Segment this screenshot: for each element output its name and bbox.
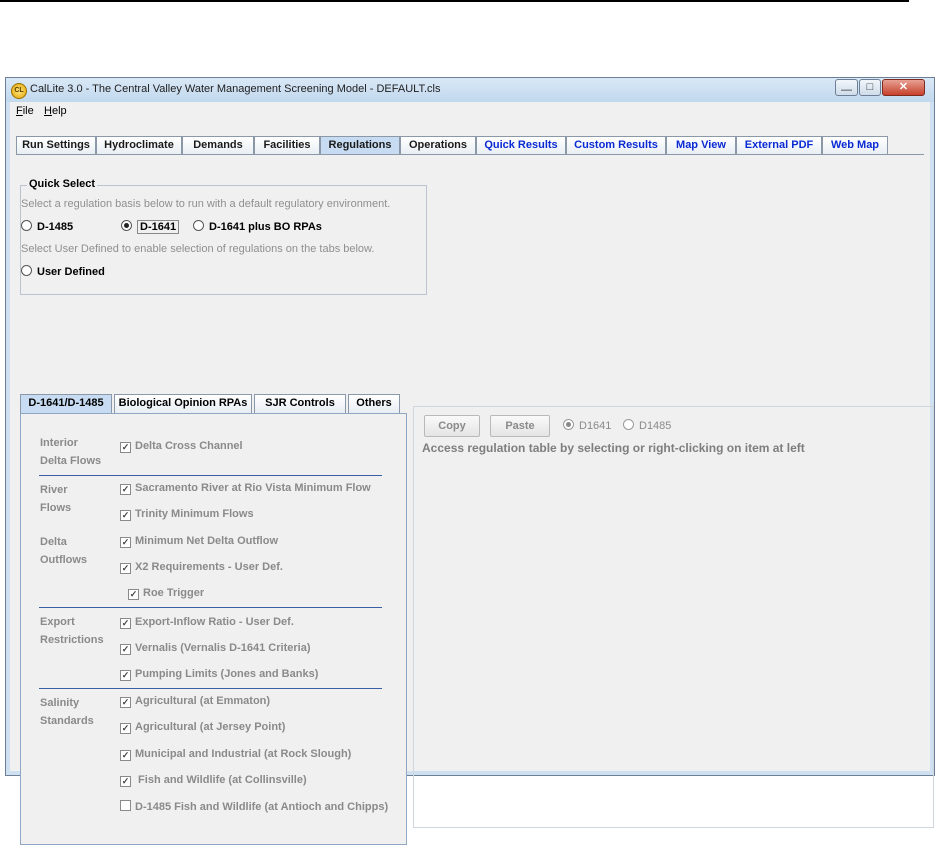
checkbox-delta-cross-channel[interactable]: ✓ Delta Cross Channel [120, 440, 243, 453]
title-bar[interactable]: CL CalLite 3.0 - The Central Valley Wate… [6, 78, 934, 102]
separator [39, 475, 382, 476]
category-interior-delta-flows: Interior Delta Flows [40, 437, 102, 467]
tab-regulations[interactable]: Regulations [320, 136, 400, 155]
maximize-button[interactable]: □ [859, 79, 881, 96]
checkbox-trinity-minimum-flows[interactable]: ✓ Trinity Minimum Flows [120, 508, 254, 521]
tab-web-map[interactable]: Web Map [822, 136, 888, 155]
checkmark-icon: ✓ [120, 618, 131, 629]
checkbox-sacramento-rio-vista[interactable]: ✓ Sacramento River at Rio Vista Minimum F… [120, 482, 371, 495]
checkbox-agricultural-jersey-point[interactable]: ✓ Agricultural (at Jersey Point) [120, 721, 285, 734]
tab-run-settings[interactable]: Run Settings [16, 136, 96, 155]
checkmark-icon: ✓ [120, 537, 131, 548]
category-river-flows: River Flows [40, 484, 72, 514]
tab-hydroclimate[interactable]: Hydroclimate [96, 136, 182, 155]
maximize-icon: □ [866, 81, 874, 93]
access-instruction-text: Access regulation table by selecting or … [422, 441, 805, 455]
checkmark-icon: ✓ [120, 670, 131, 681]
quick-select-group: Quick Select Select a regulation basis b… [20, 178, 427, 295]
checkbox-empty-icon [120, 800, 131, 811]
checkmark-icon: ✓ [120, 510, 131, 521]
regulations-list-panel: Interior Delta Flows ✓ Delta Cross Channe… [20, 413, 407, 845]
category-salinity-standards: Salinity Standards [40, 697, 94, 727]
checkmark-icon: ✓ [120, 442, 131, 453]
subtab-sjr-controls[interactable]: SJR Controls [254, 394, 346, 413]
quick-select-hint-2: Select User Defined to enable selection … [21, 243, 375, 255]
checkmark-icon: ✓ [128, 589, 139, 600]
minimize-button[interactable]: — [835, 79, 858, 96]
category-delta-outflows: Delta Outflows [40, 536, 88, 566]
radio-d1485-table[interactable]: D1485 [623, 419, 671, 432]
radio-circle-icon [623, 419, 634, 430]
checkbox-x2-requirements[interactable]: ✓ X2 Requirements - User Def. [120, 561, 283, 574]
tab-operations[interactable]: Operations [400, 136, 476, 155]
page-top-rule [0, 0, 909, 2]
tab-external-pdf[interactable]: External PDF [736, 136, 822, 155]
tab-facilities[interactable]: Facilities [254, 136, 320, 155]
checkmark-icon: ✓ [120, 697, 131, 708]
tab-quick-results[interactable]: Quick Results [476, 136, 566, 155]
checkbox-d1485-fish-wildlife[interactable]: D-1485 Fish and Wildlife (at Antioch and… [120, 800, 388, 813]
checkbox-vernalis[interactable]: ✓ Vernalis (Vernalis D-1641 Criteria) [120, 642, 310, 655]
minimize-icon: — [841, 84, 852, 96]
quick-select-hint-1: Select a regulation basis below to run w… [21, 198, 391, 210]
checkbox-agricultural-emmaton[interactable]: ✓ Agricultural (at Emmaton) [120, 695, 270, 708]
checkmark-icon: ✓ [120, 750, 131, 761]
radio-d1485[interactable]: D-1485 [21, 220, 73, 233]
radio-d1641[interactable]: D-1641 [121, 220, 180, 234]
checkbox-minimum-net-delta-outflow[interactable]: ✓ Minimum Net Delta Outflow [120, 535, 278, 548]
subtab-others[interactable]: Others [348, 394, 400, 413]
checkmark-icon: ✓ [120, 484, 131, 495]
paste-button[interactable]: Paste [490, 415, 550, 437]
radio-user-defined[interactable]: User Defined [21, 265, 105, 278]
radio-circle-icon [193, 220, 204, 231]
quick-select-legend: Quick Select [27, 178, 98, 190]
subtab-biological-opinion-rpas[interactable]: Biological Opinion RPAs [114, 394, 252, 413]
checkmark-icon: ✓ [120, 776, 131, 787]
app-logo-icon: CL [11, 83, 27, 99]
radio-circle-icon [21, 220, 32, 231]
regulation-table-panel: Copy Paste D1641 D1485 Access regulation… [413, 406, 934, 828]
menu-bar: File Help [10, 102, 930, 121]
window-title: CalLite 3.0 - The Central Valley Water M… [30, 83, 441, 95]
radio-d1641-table[interactable]: D1641 [563, 419, 611, 432]
checkmark-icon: ✓ [120, 644, 131, 655]
checkbox-roe-trigger[interactable]: ✓ Roe Trigger [128, 587, 204, 600]
checkbox-pumping-limits[interactable]: ✓ Pumping Limits (Jones and Banks) [120, 668, 318, 681]
checkmark-icon: ✓ [120, 723, 131, 734]
category-export-restrictions: Export Restrictions [40, 616, 104, 646]
close-icon: ✕ [898, 81, 909, 93]
app-window: CL CalLite 3.0 - The Central Valley Wate… [5, 77, 935, 845]
menu-help[interactable]: Help [44, 105, 67, 117]
separator [39, 607, 382, 608]
tab-bar-underline [16, 154, 924, 155]
checkbox-export-inflow-ratio[interactable]: ✓ Export-Inflow Ratio - User Def. [120, 616, 294, 629]
radio-circle-icon [21, 265, 32, 276]
copy-button[interactable]: Copy [424, 415, 480, 437]
separator [39, 688, 382, 689]
tab-custom-results[interactable]: Custom Results [566, 136, 666, 155]
checkmark-icon: ✓ [120, 563, 131, 574]
radio-selected-icon [121, 220, 132, 231]
tab-demands[interactable]: Demands [182, 136, 254, 155]
client-area: File Help Run Settings Hydroclimate Dema… [10, 102, 934, 845]
tab-map-view[interactable]: Map View [666, 136, 736, 155]
subtab-d1641-d1485[interactable]: D-1641/D-1485 [20, 394, 112, 413]
menu-file[interactable]: File [16, 105, 34, 117]
radio-selected-icon [563, 419, 574, 430]
checkbox-municipal-industrial[interactable]: ✓ Municipal and Industrial (at Rock Sloug… [120, 748, 351, 761]
close-button[interactable]: ✕ [882, 79, 925, 96]
radio-d1641-bo-rpas[interactable]: D-1641 plus BO RPAs [193, 220, 322, 233]
